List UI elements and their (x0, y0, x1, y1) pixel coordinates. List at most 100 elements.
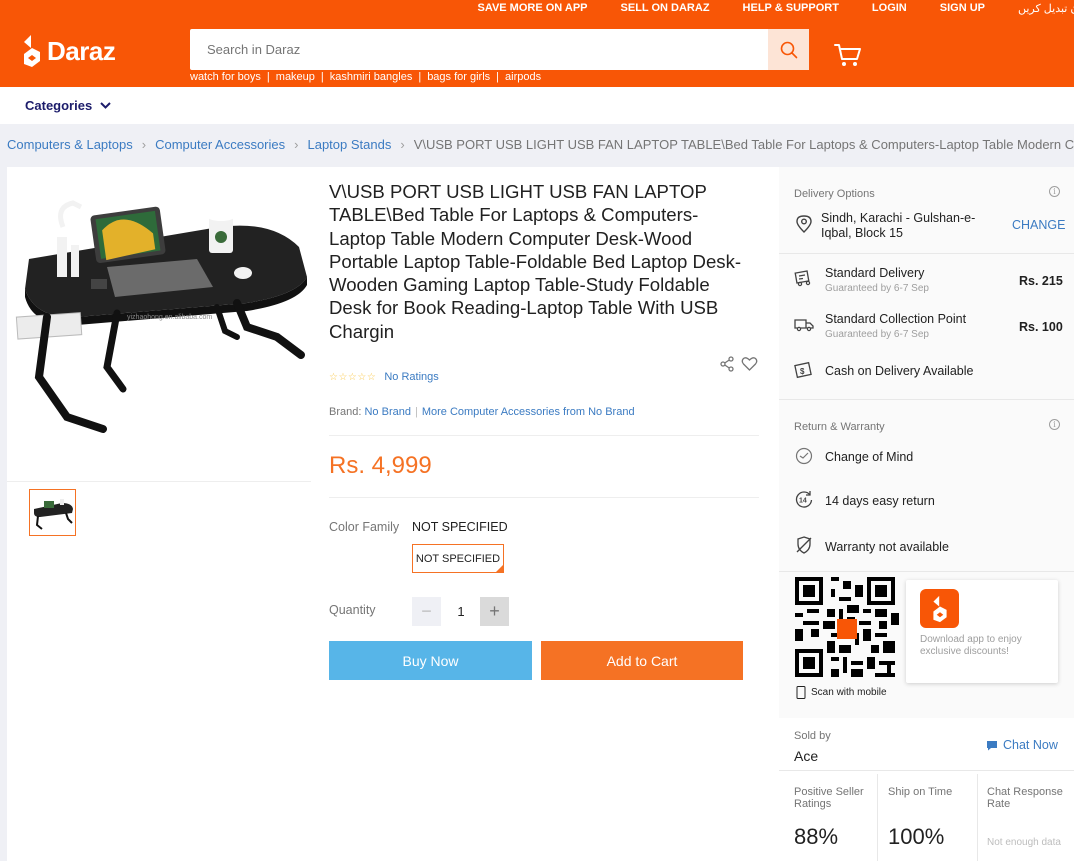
suggestion-link[interactable]: airpods (505, 71, 541, 83)
ratings-link[interactable]: No Ratings (384, 371, 438, 383)
brand-link[interactable]: No Brand (364, 406, 410, 418)
info-icon[interactable]: i (1049, 419, 1060, 430)
cash-on-delivery-icon: $ (794, 361, 812, 379)
search-button[interactable] (768, 29, 809, 70)
warranty-text: Warranty not available (825, 540, 949, 554)
product-price: Rs. 4,999 (329, 452, 432, 479)
product-title: V\USB PORT USB LIGHT USB FAN LAPTOP TABL… (329, 181, 742, 342)
divider (779, 399, 1074, 400)
category-bar: Categories (0, 87, 1074, 124)
signup-link[interactable]: SIGN UP (940, 2, 985, 14)
suggestion-link[interactable]: kashmiri bangles (330, 71, 413, 83)
product-panel: yizhaohong.en.alibaba.com V\USB PORT USB… (7, 167, 779, 861)
scan-text: Scan with mobile (811, 687, 887, 698)
chat-now-label: Chat Now (1003, 738, 1058, 752)
divider (329, 497, 759, 498)
image-watermark: yizhaohong.en.alibaba.com (127, 314, 212, 321)
breadcrumb-link[interactable]: Computer Accessories (155, 137, 285, 152)
color-option-label: NOT SPECIFIED (415, 552, 501, 565)
change-location-link[interactable]: CHANGE (1012, 218, 1065, 232)
metric-value: 100% (888, 824, 945, 849)
categories-dropdown[interactable]: Categories (25, 98, 111, 113)
delivery-option-name: Standard Delivery (825, 266, 925, 280)
buy-now-button[interactable]: Buy Now (329, 641, 532, 680)
suggestion-link[interactable]: watch for boys (190, 71, 261, 83)
color-family-value: NOT SPECIFIED (412, 520, 508, 534)
seller-metric: Positive Seller Ratings 88% (794, 774, 879, 861)
metric-value: 88% (794, 824, 839, 849)
chevron-right-icon: › (141, 137, 147, 152)
divider (779, 770, 1074, 771)
thumbnail-image (33, 498, 73, 530)
delivery-location-line1: Sindh, Karachi - Gulshan-e- (821, 211, 976, 225)
brand-row: Brand: No Brand | More Computer Accessorie… (329, 406, 635, 418)
language-switch-link[interactable]: زبان تبدیل کریں (1018, 2, 1074, 15)
seller-metric: Ship on Time 100% (888, 774, 973, 861)
seller-metric: Chat Response Rate Not enough data (987, 774, 1072, 861)
return-item-text: 14 days easy return (825, 494, 935, 508)
breadcrumb-current: V\USB PORT USB LIGHT USB FAN LAPTOP TABL… (413, 137, 1074, 152)
delivery-option-name: Standard Collection Point (825, 312, 967, 326)
delivery-option-eta: Guaranteed by 6-7 Sep (825, 283, 929, 294)
logo-text: Daraz (47, 35, 116, 66)
seller-info: Sold by Ace Chat Now Positive Seller Rat… (779, 718, 1074, 861)
change-of-mind-icon (795, 447, 813, 465)
quantity-value[interactable]: 1 (441, 597, 481, 626)
svg-text:$: $ (800, 367, 805, 376)
app-download-card[interactable]: Download app to enjoy exclusive discount… (906, 580, 1058, 683)
save-more-on-app-link[interactable]: SAVE MORE ON APP (477, 2, 587, 14)
separator: | (496, 71, 500, 83)
cash-on-delivery-text: Cash on Delivery Available (825, 364, 974, 378)
top-nav: SAVE MORE ON APP SELL ON DARAZ HELP & SU… (477, 1, 1074, 15)
delivery-option-eta: Guaranteed by 6-7 Sep (825, 329, 929, 340)
warranty-unavailable-icon (796, 536, 812, 554)
gallery-divider (7, 481, 311, 482)
more-from-brand-link[interactable]: More Computer Accessories from No Brand (422, 406, 635, 418)
sell-on-daraz-link[interactable]: SELL ON DARAZ (621, 2, 710, 14)
chevron-right-icon: › (400, 137, 405, 152)
brand-label: Brand: (329, 406, 362, 418)
side-panel: Delivery Options i Sindh, Karachi - Guls… (779, 167, 1074, 861)
suggestion-link[interactable]: bags for girls (427, 71, 490, 83)
metric-label: Positive Seller Ratings (794, 786, 864, 810)
divider (779, 571, 1074, 572)
product-image[interactable]: yizhaohong.en.alibaba.com (7, 167, 311, 481)
categories-label: Categories (25, 98, 93, 113)
heart-icon[interactable] (741, 356, 758, 372)
quantity-label: Quantity (329, 603, 376, 617)
color-option-chip[interactable]: NOT SPECIFIED (412, 544, 504, 573)
breadcrumb-link[interactable]: Laptop Stands (307, 137, 391, 152)
scan-with-mobile: Scan with mobile (796, 686, 887, 699)
rating-row: ☆☆☆☆☆ No Ratings (329, 371, 439, 383)
info-icon[interactable]: i (1049, 186, 1060, 197)
add-to-cart-button[interactable]: Add to Cart (541, 641, 743, 680)
quantity-decrease-button[interactable]: − (412, 597, 441, 626)
return-item-text: Change of Mind (825, 450, 914, 464)
divider (779, 253, 1074, 254)
suggestion-link[interactable]: makeup (276, 71, 315, 83)
site-header: SAVE MORE ON APP SELL ON DARAZ HELP & SU… (0, 0, 1074, 87)
login-link[interactable]: LOGIN (872, 2, 907, 14)
divider (329, 435, 759, 436)
collection-point-icon (794, 319, 814, 332)
product-thumbnail[interactable] (29, 489, 76, 536)
share-actions (719, 356, 758, 372)
quantity-increase-button[interactable]: + (480, 597, 509, 626)
breadcrumb-link[interactable]: Computers & Laptops (7, 137, 133, 152)
download-app-text: Download app to enjoy exclusive discount… (920, 634, 1022, 657)
daraz-logo[interactable]: Daraz (22, 34, 116, 68)
cart-icon[interactable] (834, 42, 862, 68)
seller-name[interactable]: Ace (794, 748, 818, 764)
search-input[interactable] (190, 29, 768, 70)
share-icon[interactable] (719, 356, 735, 372)
metric-label: Ship on Time (888, 786, 953, 798)
separator: | (320, 71, 324, 83)
metric-label: Chat Response Rate (987, 786, 1063, 810)
divider (877, 774, 878, 861)
chevron-down-icon (100, 102, 111, 109)
chat-icon (987, 740, 997, 750)
delivery-truck-icon (794, 270, 811, 287)
chat-now-button[interactable]: Chat Now (986, 738, 1058, 752)
help-support-link[interactable]: HELP & SUPPORT (743, 2, 839, 14)
delivery-location-line2: Iqbal, Block 15 (821, 226, 903, 240)
